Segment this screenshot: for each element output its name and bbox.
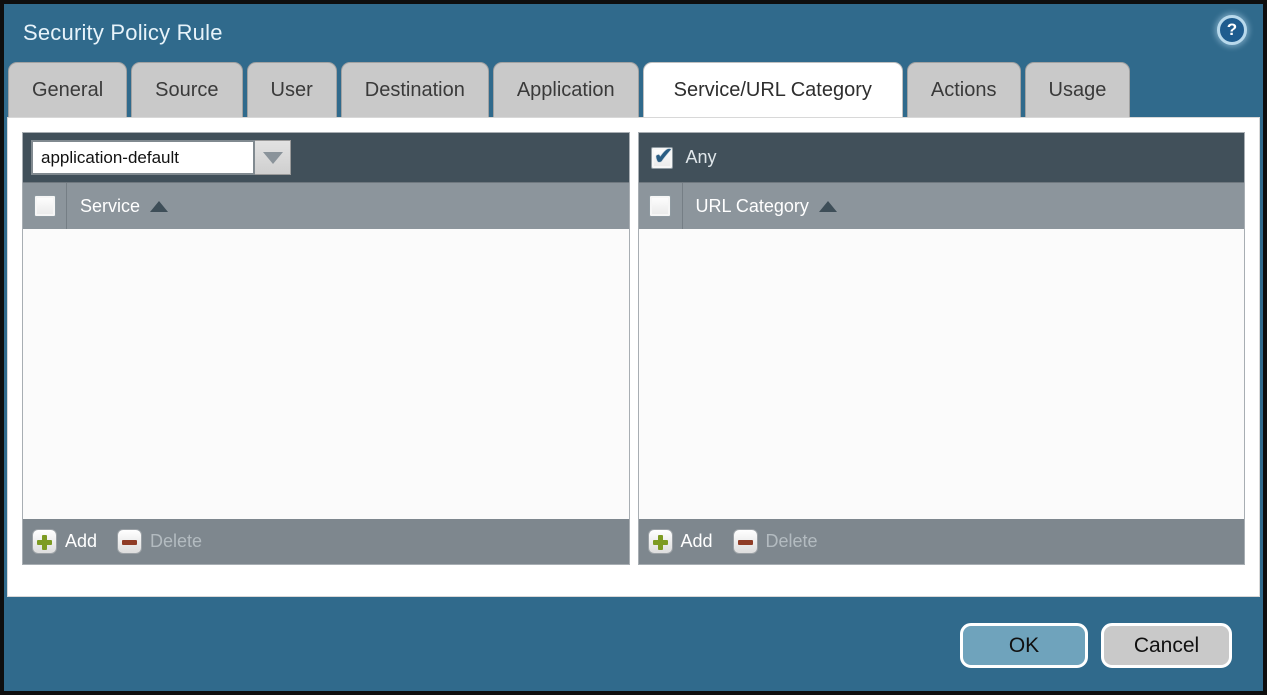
service-type-dropdown[interactable] (31, 140, 291, 175)
url-category-select-all-cell (639, 183, 683, 229)
service-column-header: Service (23, 182, 629, 229)
service-select-all-checkbox[interactable] (34, 195, 56, 217)
minus-icon (117, 529, 142, 554)
security-policy-rule-dialog: Security Policy Rule ? General Source Us… (0, 0, 1267, 695)
url-category-panel-footer: Add Delete (639, 519, 1245, 564)
service-table-body[interactable] (23, 229, 629, 519)
service-column-label[interactable]: Service (80, 196, 140, 217)
tab-actions[interactable]: Actions (907, 62, 1021, 117)
tab-source[interactable]: Source (131, 62, 242, 117)
service-panel-footer: Add Delete (23, 519, 629, 564)
plus-icon (32, 529, 57, 554)
url-category-panel: Any URL Category Add (638, 132, 1246, 565)
sort-ascending-icon[interactable] (819, 201, 837, 212)
minus-icon (733, 529, 758, 554)
service-delete-button[interactable]: Delete (117, 529, 202, 554)
url-category-column-header: URL Category (639, 182, 1245, 229)
service-type-dropdown-button[interactable] (255, 140, 291, 175)
dialog-titlebar: Security Policy Rule ? (4, 4, 1263, 62)
service-panel: Service Add Delete (22, 132, 630, 565)
tab-bar: General Source User Destination Applicat… (4, 62, 1263, 117)
service-add-button[interactable]: Add (32, 529, 97, 554)
service-add-label: Add (65, 531, 97, 552)
url-category-column-label[interactable]: URL Category (696, 196, 809, 217)
tab-user[interactable]: User (247, 62, 337, 117)
url-category-table-body[interactable] (639, 229, 1245, 519)
url-category-select-all-checkbox[interactable] (649, 195, 671, 217)
any-label: Any (686, 147, 717, 168)
service-delete-label: Delete (150, 531, 202, 552)
url-category-add-label: Add (681, 531, 713, 552)
tab-usage[interactable]: Usage (1025, 62, 1131, 117)
service-select-all-cell (23, 183, 67, 229)
tab-destination[interactable]: Destination (341, 62, 489, 117)
service-type-input[interactable] (31, 140, 255, 175)
help-icon[interactable]: ? (1217, 15, 1247, 45)
tab-application[interactable]: Application (493, 62, 639, 117)
tab-content-area: Service Add Delete An (7, 117, 1260, 597)
url-category-delete-label: Delete (766, 531, 818, 552)
tab-service-url-category[interactable]: Service/URL Category (643, 62, 903, 117)
ok-button[interactable]: OK (960, 623, 1088, 668)
service-panel-header (23, 133, 629, 182)
any-checkbox[interactable] (651, 147, 673, 169)
sort-ascending-icon[interactable] (150, 201, 168, 212)
dialog-actions: OK Cancel (960, 623, 1232, 668)
url-category-delete-button[interactable]: Delete (733, 529, 818, 554)
dialog-title: Security Policy Rule (23, 20, 223, 46)
tab-general[interactable]: General (8, 62, 127, 117)
url-category-add-button[interactable]: Add (648, 529, 713, 554)
url-category-panel-header: Any (639, 133, 1245, 182)
cancel-button[interactable]: Cancel (1101, 623, 1232, 668)
plus-icon (648, 529, 673, 554)
chevron-down-icon (263, 152, 283, 164)
